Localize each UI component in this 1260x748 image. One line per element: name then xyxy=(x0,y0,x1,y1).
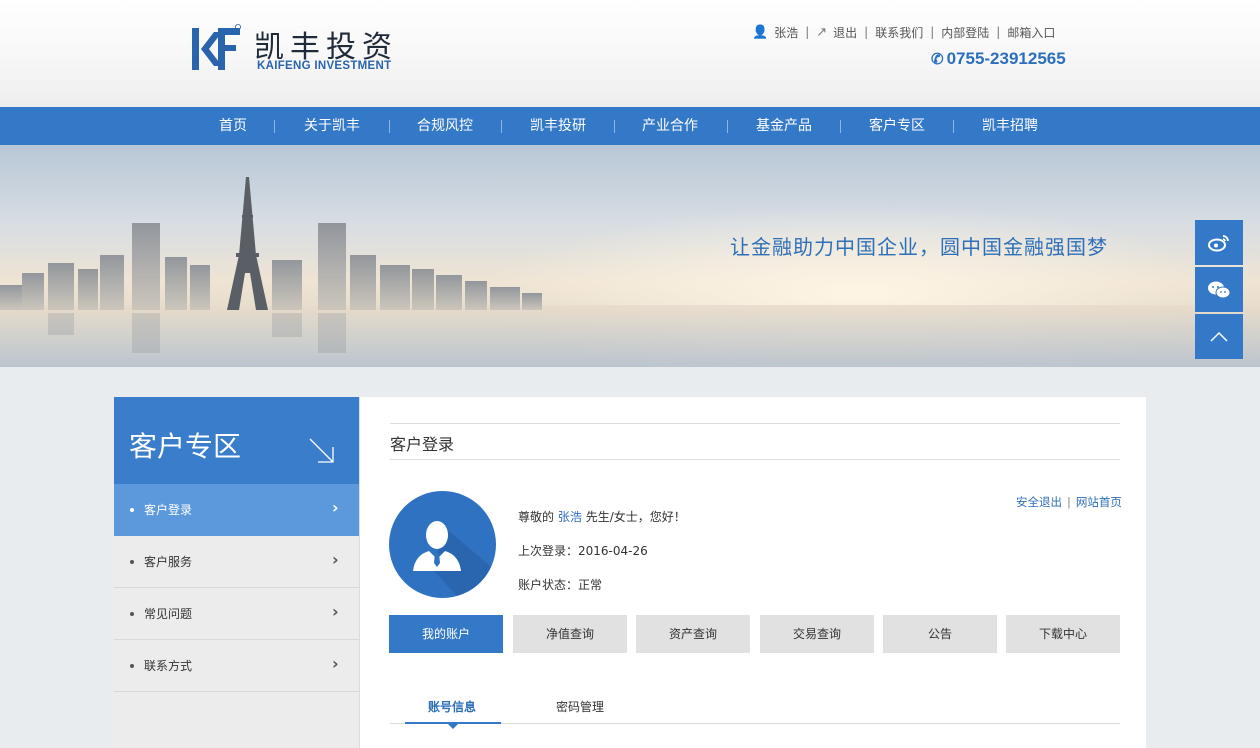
sidebar-title: 客户专区 xyxy=(129,430,242,463)
client-sidebar: 客户专区 客户登录 › 客户服务 › 常见问题 › 联系方式 › xyxy=(114,397,360,748)
nav-divider xyxy=(501,120,502,133)
sidebar-item-client-login[interactable]: 客户登录 › xyxy=(114,484,359,536)
internal-login-link[interactable]: 内部登陆 xyxy=(941,24,989,41)
username-link[interactable]: 张浩 xyxy=(774,24,798,41)
last-login-text: 上次登录：2016-04-26 xyxy=(518,544,648,558)
tab-my-account[interactable]: 我的账户 xyxy=(389,615,503,653)
divider: | xyxy=(996,25,1001,39)
bullet-icon xyxy=(130,612,134,616)
phone-text: 0755-23912565 xyxy=(946,49,1066,68)
hero-banner: 让金融助力中国企业，圆中国金融强国梦 xyxy=(0,145,1260,367)
nav-item-compliance[interactable]: 合规风控 xyxy=(417,107,473,145)
sidebar-header: 客户专区 xyxy=(114,397,359,484)
subtab-password[interactable]: 密码管理 xyxy=(556,698,604,715)
greeting-prefix: 尊敬的 xyxy=(518,510,555,524)
nav-item-client-zone[interactable]: 客户专区 xyxy=(869,107,925,145)
divider: | xyxy=(1067,495,1071,509)
main-panel: 客户登录 尊敬的 张浩 先生/女士，您好！ 上次登录：2016-04-26 账户… xyxy=(360,397,1146,748)
panel-links: 安全退出 | 网站首页 xyxy=(1016,494,1122,510)
divider xyxy=(390,459,1120,460)
tab-announcements[interactable]: 公告 xyxy=(883,615,997,653)
nav-item-careers[interactable]: 凯丰招聘 xyxy=(982,107,1038,145)
bullet-icon xyxy=(130,508,134,512)
nav-item-funds[interactable]: 基金产品 xyxy=(756,107,812,145)
kf-logo-icon xyxy=(192,24,242,70)
nav-item-home[interactable]: 首页 xyxy=(219,107,247,145)
chevron-right-icon: › xyxy=(332,498,339,517)
phone-icon: ✆ xyxy=(931,51,944,68)
nav-divider xyxy=(840,120,841,133)
site-home-link[interactable]: 网站首页 xyxy=(1076,495,1122,509)
chevron-right-icon: › xyxy=(332,550,339,569)
nav-divider xyxy=(274,120,275,133)
user-avatar-icon xyxy=(413,521,496,598)
back-to-top-button[interactable] xyxy=(1195,314,1243,359)
main-nav: 首页 关于凯丰 合规风控 凯丰投研 产业合作 基金产品 客户专区 凯丰招聘 xyxy=(0,107,1260,145)
back-to-top-icon xyxy=(1210,331,1228,342)
weibo-button[interactable] xyxy=(1195,220,1243,265)
nav-divider xyxy=(389,120,390,133)
avatar xyxy=(389,491,496,598)
safe-logout-link[interactable]: 安全退出 xyxy=(1016,495,1062,509)
divider: | xyxy=(864,25,869,39)
divider xyxy=(390,423,1120,424)
tab-trade-query[interactable]: 交易查询 xyxy=(760,615,874,653)
nav-item-industry[interactable]: 产业合作 xyxy=(642,107,698,145)
banner-slogan: 让金融助力中国企业，圆中国金融强国梦 xyxy=(730,235,1108,259)
site-header: 凯丰投资 KAIFENG INVESTMENT 👤 张浩 | ↗ 退出 | 联系… xyxy=(0,0,1260,107)
sidebar-item-label: 联系方式 xyxy=(144,659,193,673)
logout-link[interactable]: 退出 xyxy=(833,24,857,41)
sidebar-item-faq[interactable]: 常见问题 › xyxy=(114,588,359,640)
user-icon: 👤 xyxy=(752,24,769,40)
phone-number: ✆ 0755-23912565 xyxy=(931,49,1066,69)
bullet-icon xyxy=(130,560,134,564)
account-tabs: 我的账户 净值查询 资产查询 交易查询 公告 下载中心 xyxy=(389,615,1120,653)
contact-link[interactable]: 联系我们 xyxy=(875,24,923,41)
divider: | xyxy=(805,25,810,39)
sidebar-item-client-service[interactable]: 客户服务 › xyxy=(114,536,359,588)
bullet-icon xyxy=(130,664,134,668)
weibo-icon xyxy=(1208,234,1229,251)
arrow-down-right-icon xyxy=(309,438,334,463)
wechat-icon xyxy=(1208,281,1231,298)
tab-asset-query[interactable]: 资产查询 xyxy=(636,615,750,653)
chevron-right-icon: › xyxy=(332,654,339,673)
greeting-line: 尊敬的 张浩 先生/女士，您好！ xyxy=(518,508,686,525)
tab-downloads[interactable]: 下载中心 xyxy=(1006,615,1120,653)
greeting-username[interactable]: 张浩 xyxy=(558,510,582,524)
greeting-suffix: 先生/女士，您好！ xyxy=(585,510,686,524)
sidebar-item-label: 客户服务 xyxy=(144,555,193,569)
floating-toolbar xyxy=(1195,220,1243,361)
nav-item-research[interactable]: 凯丰投研 xyxy=(530,107,586,145)
tab-nav-query[interactable]: 净值查询 xyxy=(513,615,627,653)
sidebar-item-contact[interactable]: 联系方式 › xyxy=(114,640,359,692)
subtab-notch-icon xyxy=(448,724,458,729)
wechat-button[interactable] xyxy=(1195,267,1243,312)
sidebar-item-label: 常见问题 xyxy=(144,607,193,621)
nav-divider xyxy=(953,120,954,133)
mailbox-link[interactable]: 邮箱入口 xyxy=(1007,24,1055,41)
divider: | xyxy=(930,25,935,39)
nav-item-about[interactable]: 关于凯丰 xyxy=(304,107,360,145)
top-links: 👤 张浩 | ↗ 退出 | 联系我们 | 内部登陆 | 邮箱入口 xyxy=(752,24,1055,40)
nav-divider xyxy=(727,120,728,133)
site-logo[interactable]: 凯丰投资 KAIFENG INVESTMENT xyxy=(192,22,412,74)
page-title: 客户登录 xyxy=(390,435,455,454)
nav-divider xyxy=(614,120,615,133)
subtab-account-info[interactable]: 账号信息 xyxy=(428,698,476,715)
sidebar-item-label: 客户登录 xyxy=(144,503,193,517)
chevron-right-icon: › xyxy=(332,602,339,621)
logo-english-text: KAIFENG INVESTMENT xyxy=(257,60,392,72)
logout-icon: ↗ xyxy=(816,24,828,40)
account-status-text: 账户状态：正常 xyxy=(518,578,603,592)
